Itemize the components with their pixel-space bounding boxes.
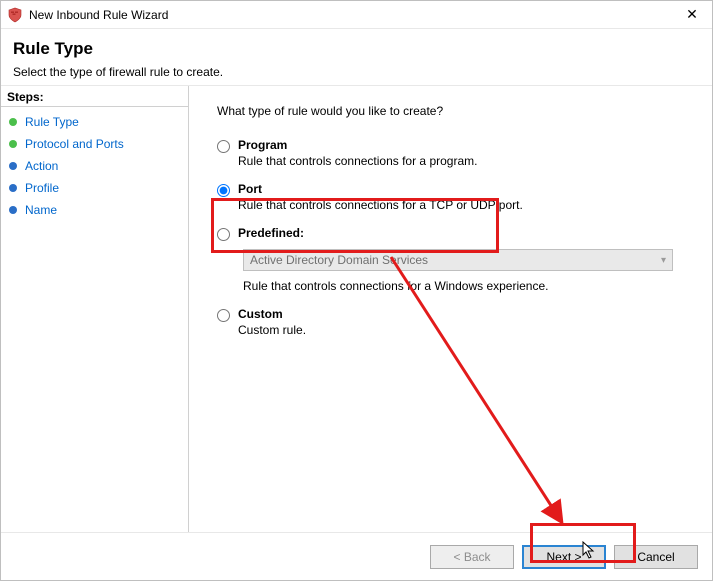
bullet-icon — [9, 140, 17, 148]
title-bar: New Inbound Rule Wizard ✕ — [1, 1, 712, 29]
steps-list: Rule Type Protocol and Ports Action Prof… — [1, 111, 188, 221]
option-label: Predefined: — [238, 226, 304, 240]
predefined-select[interactable]: Active Directory Domain Services ▾ — [243, 249, 673, 271]
wizard-body: Steps: Rule Type Protocol and Ports Acti… — [1, 86, 712, 532]
close-icon[interactable]: ✕ — [678, 6, 706, 23]
option-label: Custom — [238, 307, 306, 321]
content-pane: What type of rule would you like to crea… — [189, 86, 712, 532]
step-label: Rule Type — [25, 115, 79, 129]
radio-predefined[interactable] — [217, 228, 230, 241]
wizard-window: New Inbound Rule Wizard ✕ Rule Type Sele… — [0, 0, 713, 581]
predefined-value: Active Directory Domain Services — [250, 253, 428, 267]
chevron-down-icon: ▾ — [661, 255, 666, 266]
bullet-icon — [9, 184, 17, 192]
step-protocol-ports[interactable]: Protocol and Ports — [1, 133, 188, 155]
page-title: Rule Type — [13, 39, 700, 59]
steps-label: Steps: — [1, 86, 188, 107]
step-name[interactable]: Name — [1, 199, 188, 221]
bullet-icon — [9, 118, 17, 126]
step-rule-type[interactable]: Rule Type — [1, 111, 188, 133]
option-predefined[interactable]: Predefined: — [217, 224, 694, 241]
option-custom[interactable]: Custom Custom rule. — [217, 305, 694, 343]
bullet-icon — [9, 206, 17, 214]
option-program[interactable]: Program Rule that controls connections f… — [217, 136, 694, 174]
back-button: < Back — [430, 545, 514, 569]
next-button[interactable]: Next > — [522, 545, 606, 569]
page-subtitle: Select the type of firewall rule to crea… — [13, 65, 700, 79]
firewall-icon — [7, 7, 23, 23]
rule-type-question: What type of rule would you like to crea… — [217, 104, 694, 118]
option-desc: Rule that controls connections for a Win… — [243, 279, 549, 293]
step-label: Profile — [25, 181, 59, 195]
option-port[interactable]: Port Rule that controls connections for … — [217, 180, 694, 218]
step-label: Protocol and Ports — [25, 137, 124, 151]
option-desc: Rule that controls connections for a pro… — [238, 154, 477, 168]
radio-program[interactable] — [217, 140, 230, 153]
step-action[interactable]: Action — [1, 155, 188, 177]
wizard-footer: < Back Next > Cancel — [1, 532, 712, 580]
page-header: Rule Type Select the type of firewall ru… — [1, 29, 712, 86]
step-label: Name — [25, 203, 57, 217]
steps-pane: Steps: Rule Type Protocol and Ports Acti… — [1, 86, 189, 532]
radio-custom[interactable] — [217, 309, 230, 322]
rule-type-options: Program Rule that controls connections f… — [217, 136, 694, 343]
cancel-button[interactable]: Cancel — [614, 545, 698, 569]
option-label: Port — [238, 182, 523, 196]
option-desc: Custom rule. — [238, 323, 306, 337]
window-title: New Inbound Rule Wizard — [29, 8, 678, 22]
step-profile[interactable]: Profile — [1, 177, 188, 199]
option-desc: Rule that controls connections for a TCP… — [238, 198, 523, 212]
option-label: Program — [238, 138, 477, 152]
step-label: Action — [25, 159, 58, 173]
radio-port[interactable] — [217, 184, 230, 197]
bullet-icon — [9, 162, 17, 170]
